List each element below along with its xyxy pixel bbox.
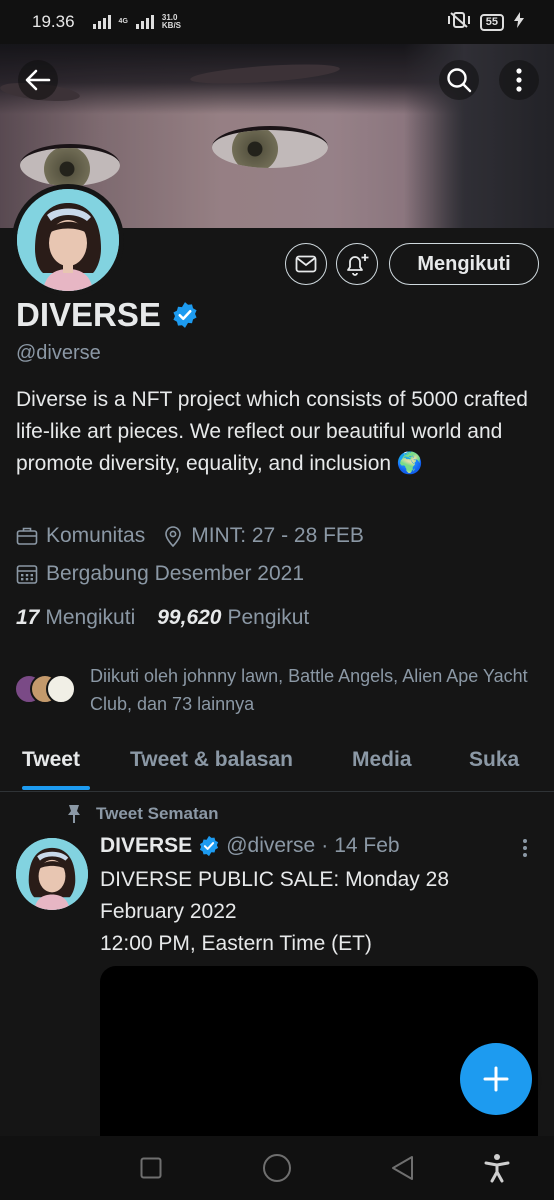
tweet-author-avatar[interactable] bbox=[16, 838, 88, 910]
briefcase-icon bbox=[16, 527, 38, 545]
verified-badge-icon bbox=[173, 302, 197, 328]
system-nav-bar bbox=[0, 1136, 554, 1200]
back-nav-button[interactable] bbox=[378, 1136, 428, 1200]
triangle-back-icon bbox=[392, 1156, 413, 1180]
profile-avatar[interactable] bbox=[12, 184, 124, 296]
compose-tweet-button[interactable] bbox=[460, 1043, 532, 1115]
following-count-link[interactable]: 17 Mengikuti bbox=[16, 606, 135, 630]
profile-category: Komunitas bbox=[46, 524, 146, 547]
square-icon bbox=[140, 1157, 162, 1179]
tweet-text-line-2: 12:00 PM, Eastern Time (ET) bbox=[100, 932, 372, 955]
accessibility-icon bbox=[484, 1154, 510, 1183]
more-vertical-icon bbox=[516, 68, 522, 92]
notification-button[interactable] bbox=[336, 243, 378, 285]
signal-icon bbox=[92, 15, 111, 29]
tweet-author-handle: @diverse bbox=[226, 834, 316, 857]
signal-icon-2 bbox=[135, 15, 154, 29]
profile-name-row: DIVERSE bbox=[16, 296, 199, 334]
message-button[interactable] bbox=[285, 243, 327, 285]
profile-joined: Bergabung Desember 2021 bbox=[46, 562, 305, 585]
more-options-button[interactable] bbox=[499, 60, 539, 100]
accessibility-button[interactable] bbox=[472, 1136, 522, 1200]
profile-tabs: Tweet Tweet & balasan Media Suka bbox=[0, 736, 554, 792]
follow-counts: 17 Mengikuti 99,620 Pengikut bbox=[16, 606, 309, 630]
profile-location: MINT: 27 - 28 FEB bbox=[191, 524, 364, 547]
location-pin-icon bbox=[165, 526, 182, 547]
recent-apps-button[interactable] bbox=[126, 1136, 176, 1200]
tab-media[interactable]: Media bbox=[352, 736, 412, 772]
followed-by-row[interactable]: Diikuti oleh johnny lawn, Battle Angels,… bbox=[14, 662, 530, 718]
bell-plus-icon bbox=[347, 254, 369, 276]
verified-badge-icon bbox=[200, 835, 219, 857]
arrow-left-icon bbox=[25, 69, 51, 91]
more-vertical-icon bbox=[523, 839, 527, 857]
pinned-label-row: Tweet Sematan bbox=[66, 804, 219, 824]
followed-by-text: Diikuti oleh johnny lawn, Battle Angels,… bbox=[90, 666, 528, 714]
status-bar: 19.36 4G 31.0 KB/S 55 bbox=[0, 0, 554, 44]
data-speed: 31.0 KB/S bbox=[161, 13, 182, 30]
pin-icon bbox=[68, 805, 80, 823]
tweet-more-button[interactable] bbox=[522, 838, 528, 863]
battery-indicator: 55 bbox=[479, 13, 504, 31]
back-button[interactable] bbox=[18, 60, 58, 100]
tweet-separator: · bbox=[321, 834, 329, 857]
tweet-date: 14 Feb bbox=[334, 834, 400, 857]
calendar-icon bbox=[16, 565, 38, 584]
tweet-text: DIVERSE PUBLIC SALE: Monday 28 February … bbox=[100, 864, 520, 960]
tab-tweet[interactable]: Tweet bbox=[22, 736, 90, 790]
search-icon bbox=[447, 68, 472, 93]
circle-icon bbox=[263, 1154, 291, 1182]
tab-tweet-replies[interactable]: Tweet & balasan bbox=[130, 736, 293, 772]
profile-handle: @diverse bbox=[16, 342, 101, 364]
tab-likes[interactable]: Suka bbox=[469, 736, 519, 772]
profile-bio: Diverse is a NFT project which consists … bbox=[16, 388, 528, 475]
tweet-text-line-1: DIVERSE PUBLIC SALE: Monday 28 February … bbox=[100, 868, 449, 923]
followers-count-link[interactable]: 99,620 Pengikut bbox=[157, 606, 309, 630]
envelope-icon bbox=[295, 255, 317, 273]
tweet-author-name[interactable]: DIVERSE bbox=[100, 834, 192, 858]
active-tab-indicator bbox=[22, 786, 90, 790]
charging-icon bbox=[514, 11, 524, 33]
network-label: 4G bbox=[118, 18, 128, 25]
plus-icon bbox=[483, 1066, 509, 1092]
search-button[interactable] bbox=[439, 60, 479, 100]
profile-meta-row-2: Bergabung Desember 2021 bbox=[16, 562, 304, 586]
pinned-label: Tweet Sematan bbox=[96, 804, 219, 823]
following-button[interactable]: Mengikuti bbox=[389, 243, 539, 285]
profile-name: DIVERSE bbox=[16, 296, 161, 333]
profile-meta-row-1: Komunitas MINT: 27 - 28 FEB bbox=[16, 524, 364, 548]
status-time: 19.36 bbox=[32, 12, 75, 31]
follower-avatars bbox=[14, 674, 80, 708]
home-button[interactable] bbox=[252, 1136, 302, 1200]
mute-vibrate-icon bbox=[447, 10, 470, 35]
tweet-header: DIVERSE @diverse · 14 Feb bbox=[100, 834, 400, 858]
